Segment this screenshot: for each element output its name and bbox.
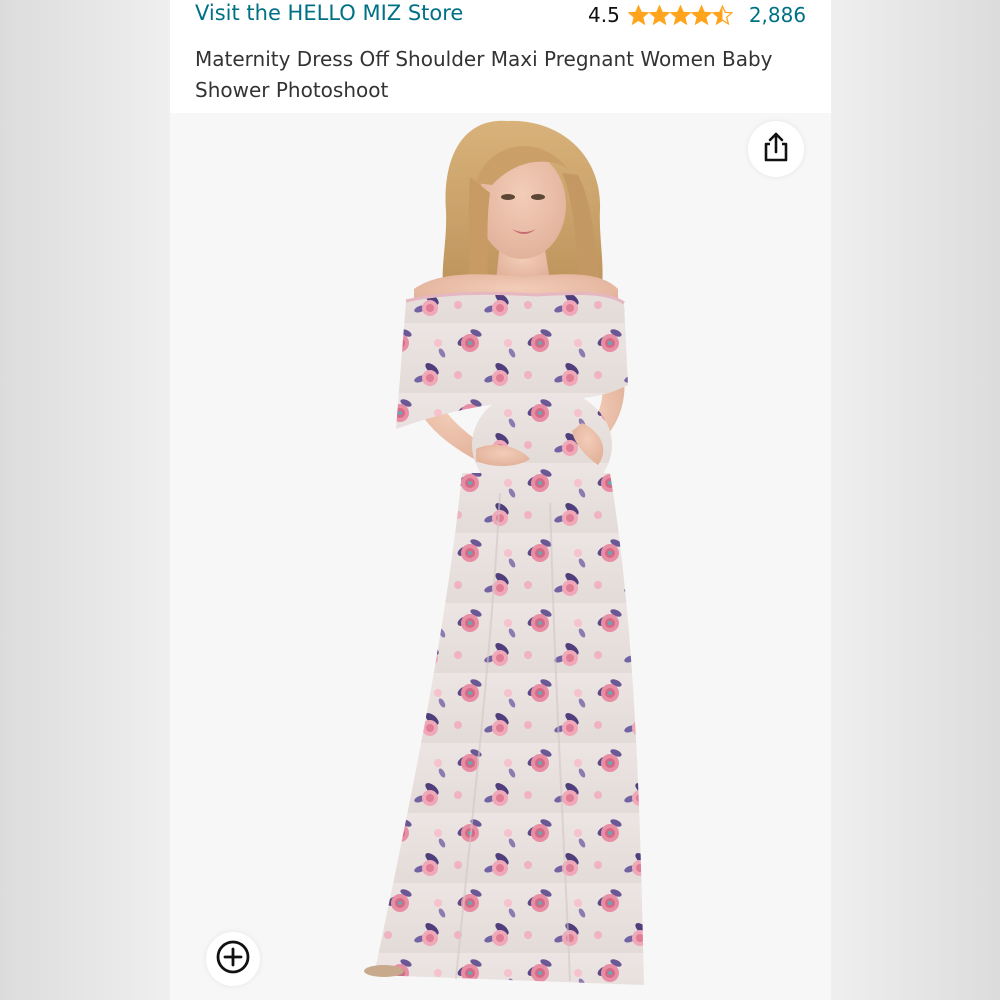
star-rating <box>627 5 733 25</box>
review-count-link[interactable]: 2,886 <box>749 3 806 27</box>
share-button[interactable] <box>748 121 804 177</box>
rating-value: 4.5 <box>588 3 620 27</box>
zoom-button[interactable] <box>206 932 260 986</box>
star-icon <box>711 5 733 25</box>
product-image-area[interactable] <box>170 113 831 1000</box>
product-title: Maternity Dress Off Shoulder Maxi Pregna… <box>195 47 773 102</box>
product-photo[interactable] <box>170 113 831 1000</box>
screenshot-frame: Visit the HELLO MIZ Store 4.5 2,886 Mate… <box>0 0 1000 1000</box>
store-link[interactable]: Visit the HELLO MIZ Store <box>195 1 463 25</box>
star-icon <box>627 5 649 25</box>
product-panel: Visit the HELLO MIZ Store 4.5 2,886 Mate… <box>170 0 831 1000</box>
rating-summary[interactable]: 4.5 2,886 <box>588 1 806 29</box>
star-icon <box>648 5 670 25</box>
product-header: Visit the HELLO MIZ Store 4.5 2,886 Mate… <box>170 0 831 113</box>
star-icon <box>690 5 712 25</box>
share-icon <box>761 131 791 167</box>
zoom-plus-icon <box>215 939 251 979</box>
star-icon <box>669 5 691 25</box>
